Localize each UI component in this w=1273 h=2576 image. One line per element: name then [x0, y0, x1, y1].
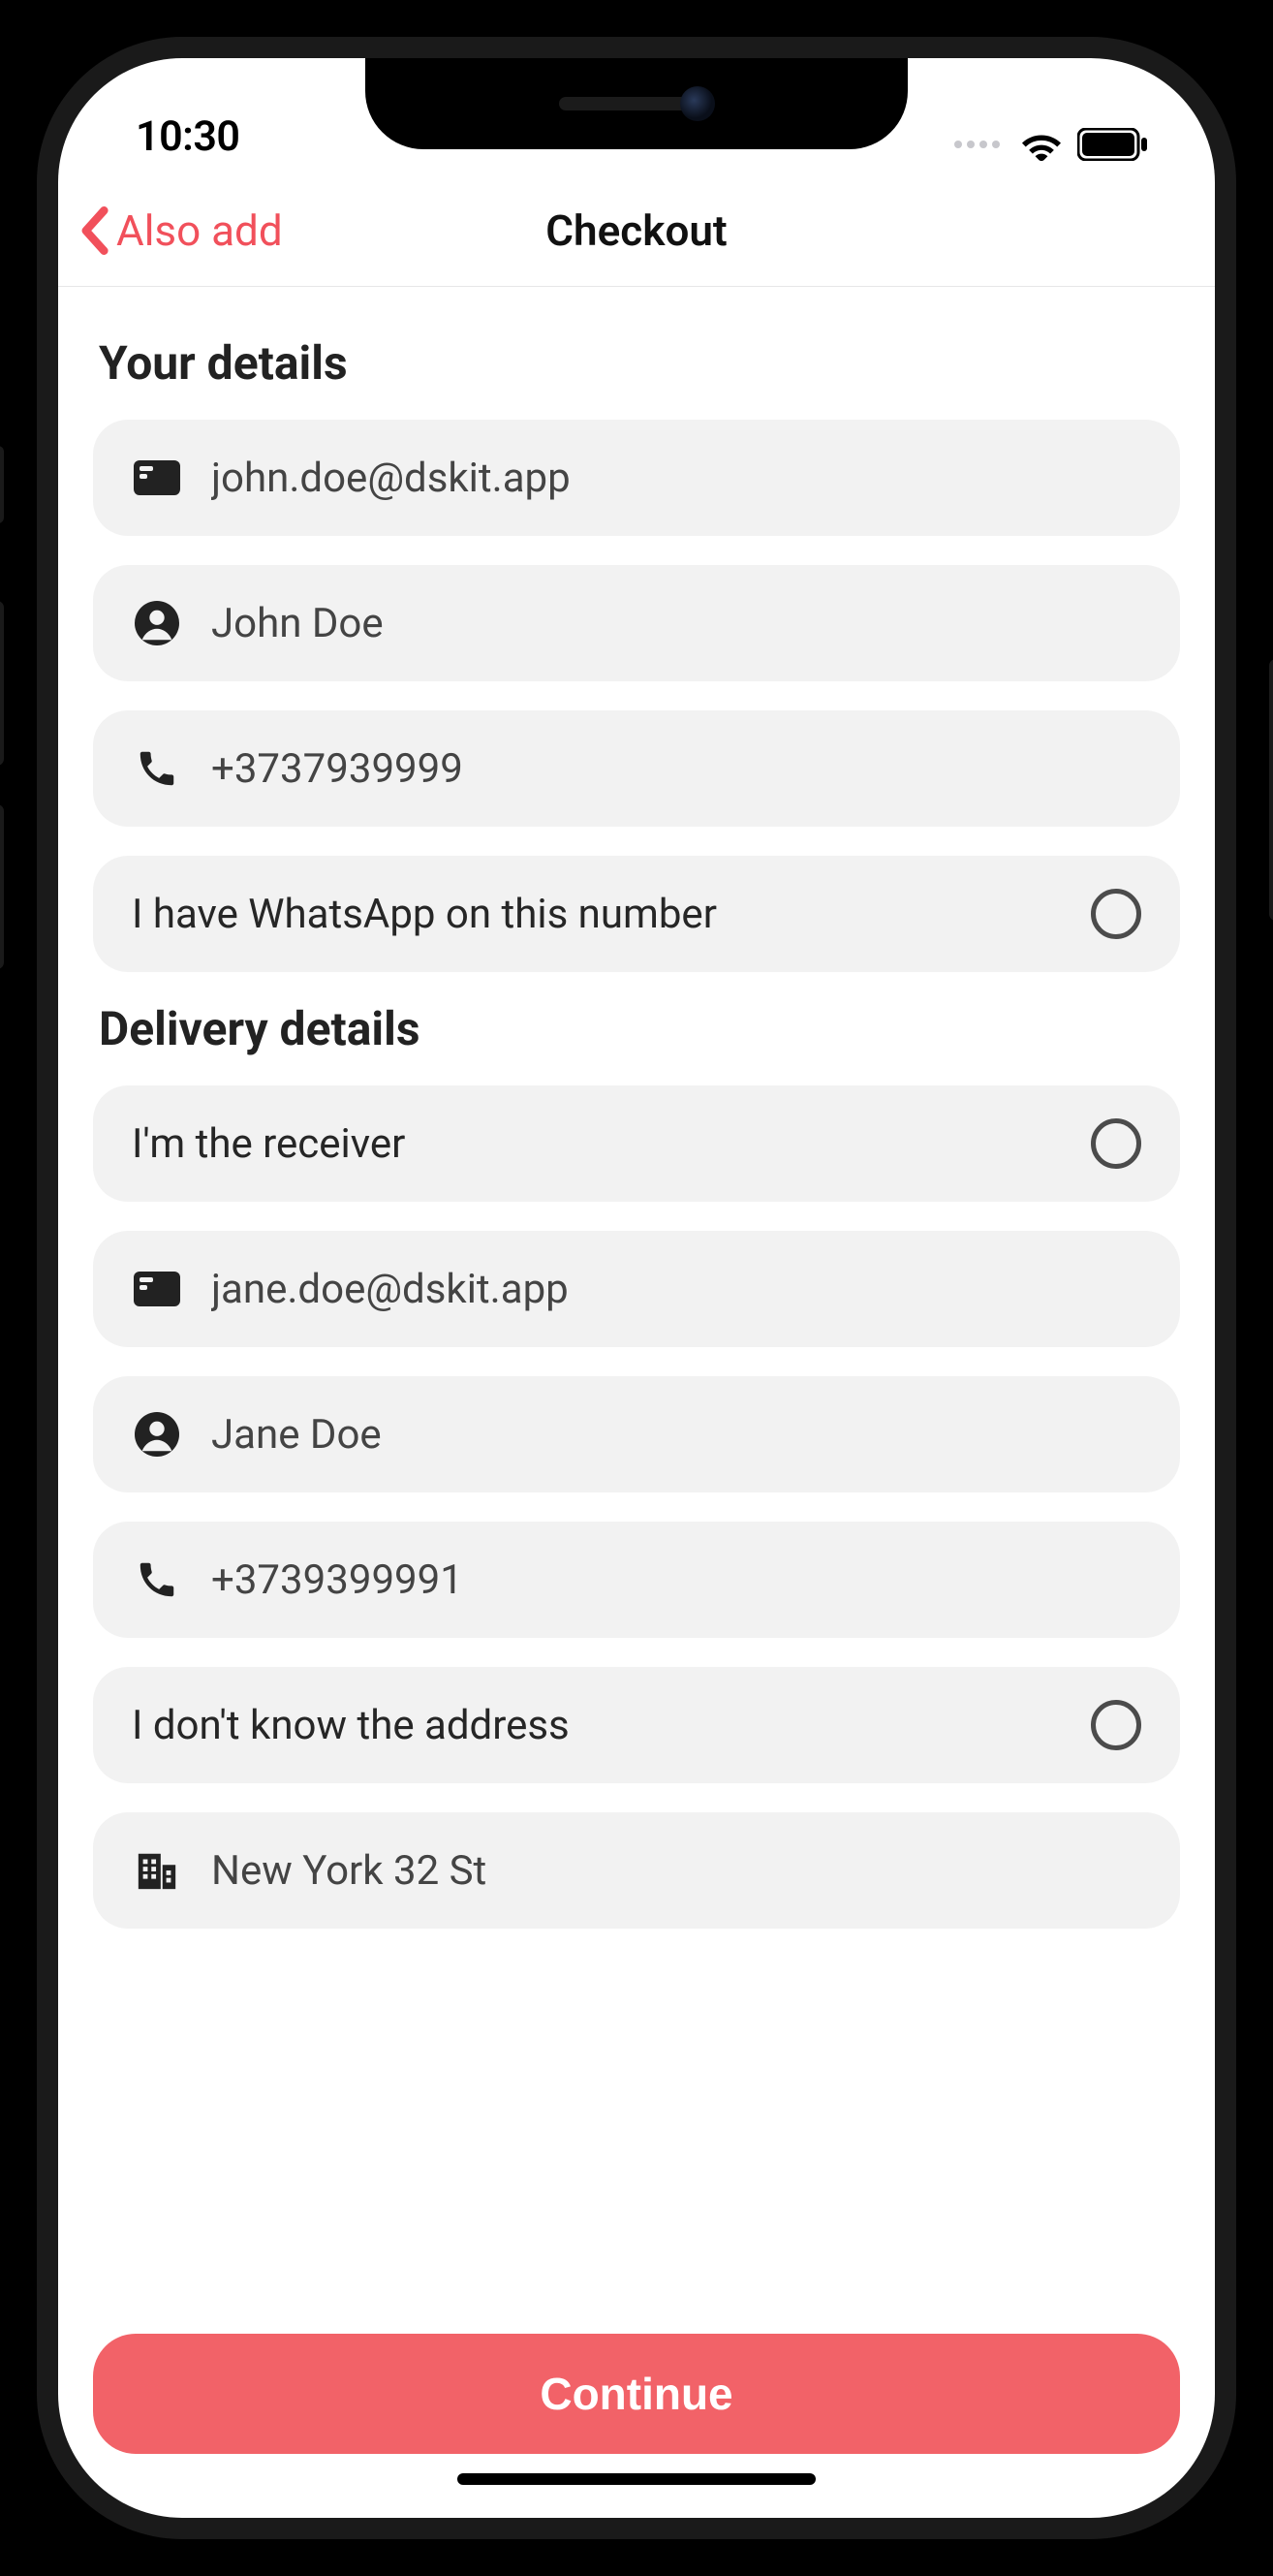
address-field-row[interactable] [93, 1812, 1180, 1929]
section-title-delivery-details: Delivery details [99, 1001, 1180, 1056]
continue-button[interactable]: Continue [93, 2334, 1180, 2454]
delivery-phone-input[interactable] [211, 1556, 1141, 1604]
status-time: 10:30 [136, 112, 239, 161]
building-icon [132, 1848, 182, 1893]
email-field-row[interactable] [93, 420, 1180, 536]
cellular-dots-icon [954, 141, 1000, 148]
section-title-your-details: Your details [99, 335, 1180, 391]
card-icon [132, 1272, 182, 1306]
person-icon [132, 1412, 182, 1457]
home-indicator[interactable] [457, 2473, 816, 2485]
unknown-address-label: I don't know the address [132, 1702, 570, 1749]
delivery-name-field-row[interactable] [93, 1376, 1180, 1492]
whatsapp-toggle-row[interactable]: I have WhatsApp on this number [93, 856, 1180, 972]
device-notch [365, 58, 908, 149]
battery-icon [1077, 128, 1147, 161]
card-icon [132, 460, 182, 495]
receiver-toggle-row[interactable]: I'm the receiver [93, 1085, 1180, 1202]
unknown-address-radio[interactable] [1091, 1700, 1141, 1750]
name-field-row[interactable] [93, 565, 1180, 681]
whatsapp-label: I have WhatsApp on this number [132, 891, 717, 938]
phone-field-row[interactable] [93, 710, 1180, 827]
whatsapp-radio[interactable] [1091, 889, 1141, 939]
page-title: Checkout [545, 205, 727, 256]
email-input[interactable] [211, 455, 1141, 502]
person-icon [132, 601, 182, 645]
phone-icon [132, 1558, 182, 1601]
phone-icon [132, 747, 182, 790]
address-input[interactable] [211, 1847, 1141, 1895]
wifi-icon [1019, 128, 1064, 161]
back-label: Also add [116, 205, 283, 256]
content-scroll[interactable]: Your details [58, 287, 1215, 2305]
receiver-radio[interactable] [1091, 1118, 1141, 1169]
delivery-email-field-row[interactable] [93, 1231, 1180, 1347]
unknown-address-toggle-row[interactable]: I don't know the address [93, 1667, 1180, 1783]
back-button[interactable]: Also add [76, 174, 283, 286]
delivery-name-input[interactable] [211, 1411, 1141, 1459]
chevron-left-icon [76, 206, 112, 255]
delivery-email-input[interactable] [211, 1266, 1141, 1313]
receiver-label: I'm the receiver [132, 1120, 405, 1168]
name-input[interactable] [211, 600, 1141, 647]
phone-input[interactable] [211, 745, 1141, 793]
delivery-phone-field-row[interactable] [93, 1522, 1180, 1638]
nav-bar: Also add Checkout [58, 174, 1215, 287]
